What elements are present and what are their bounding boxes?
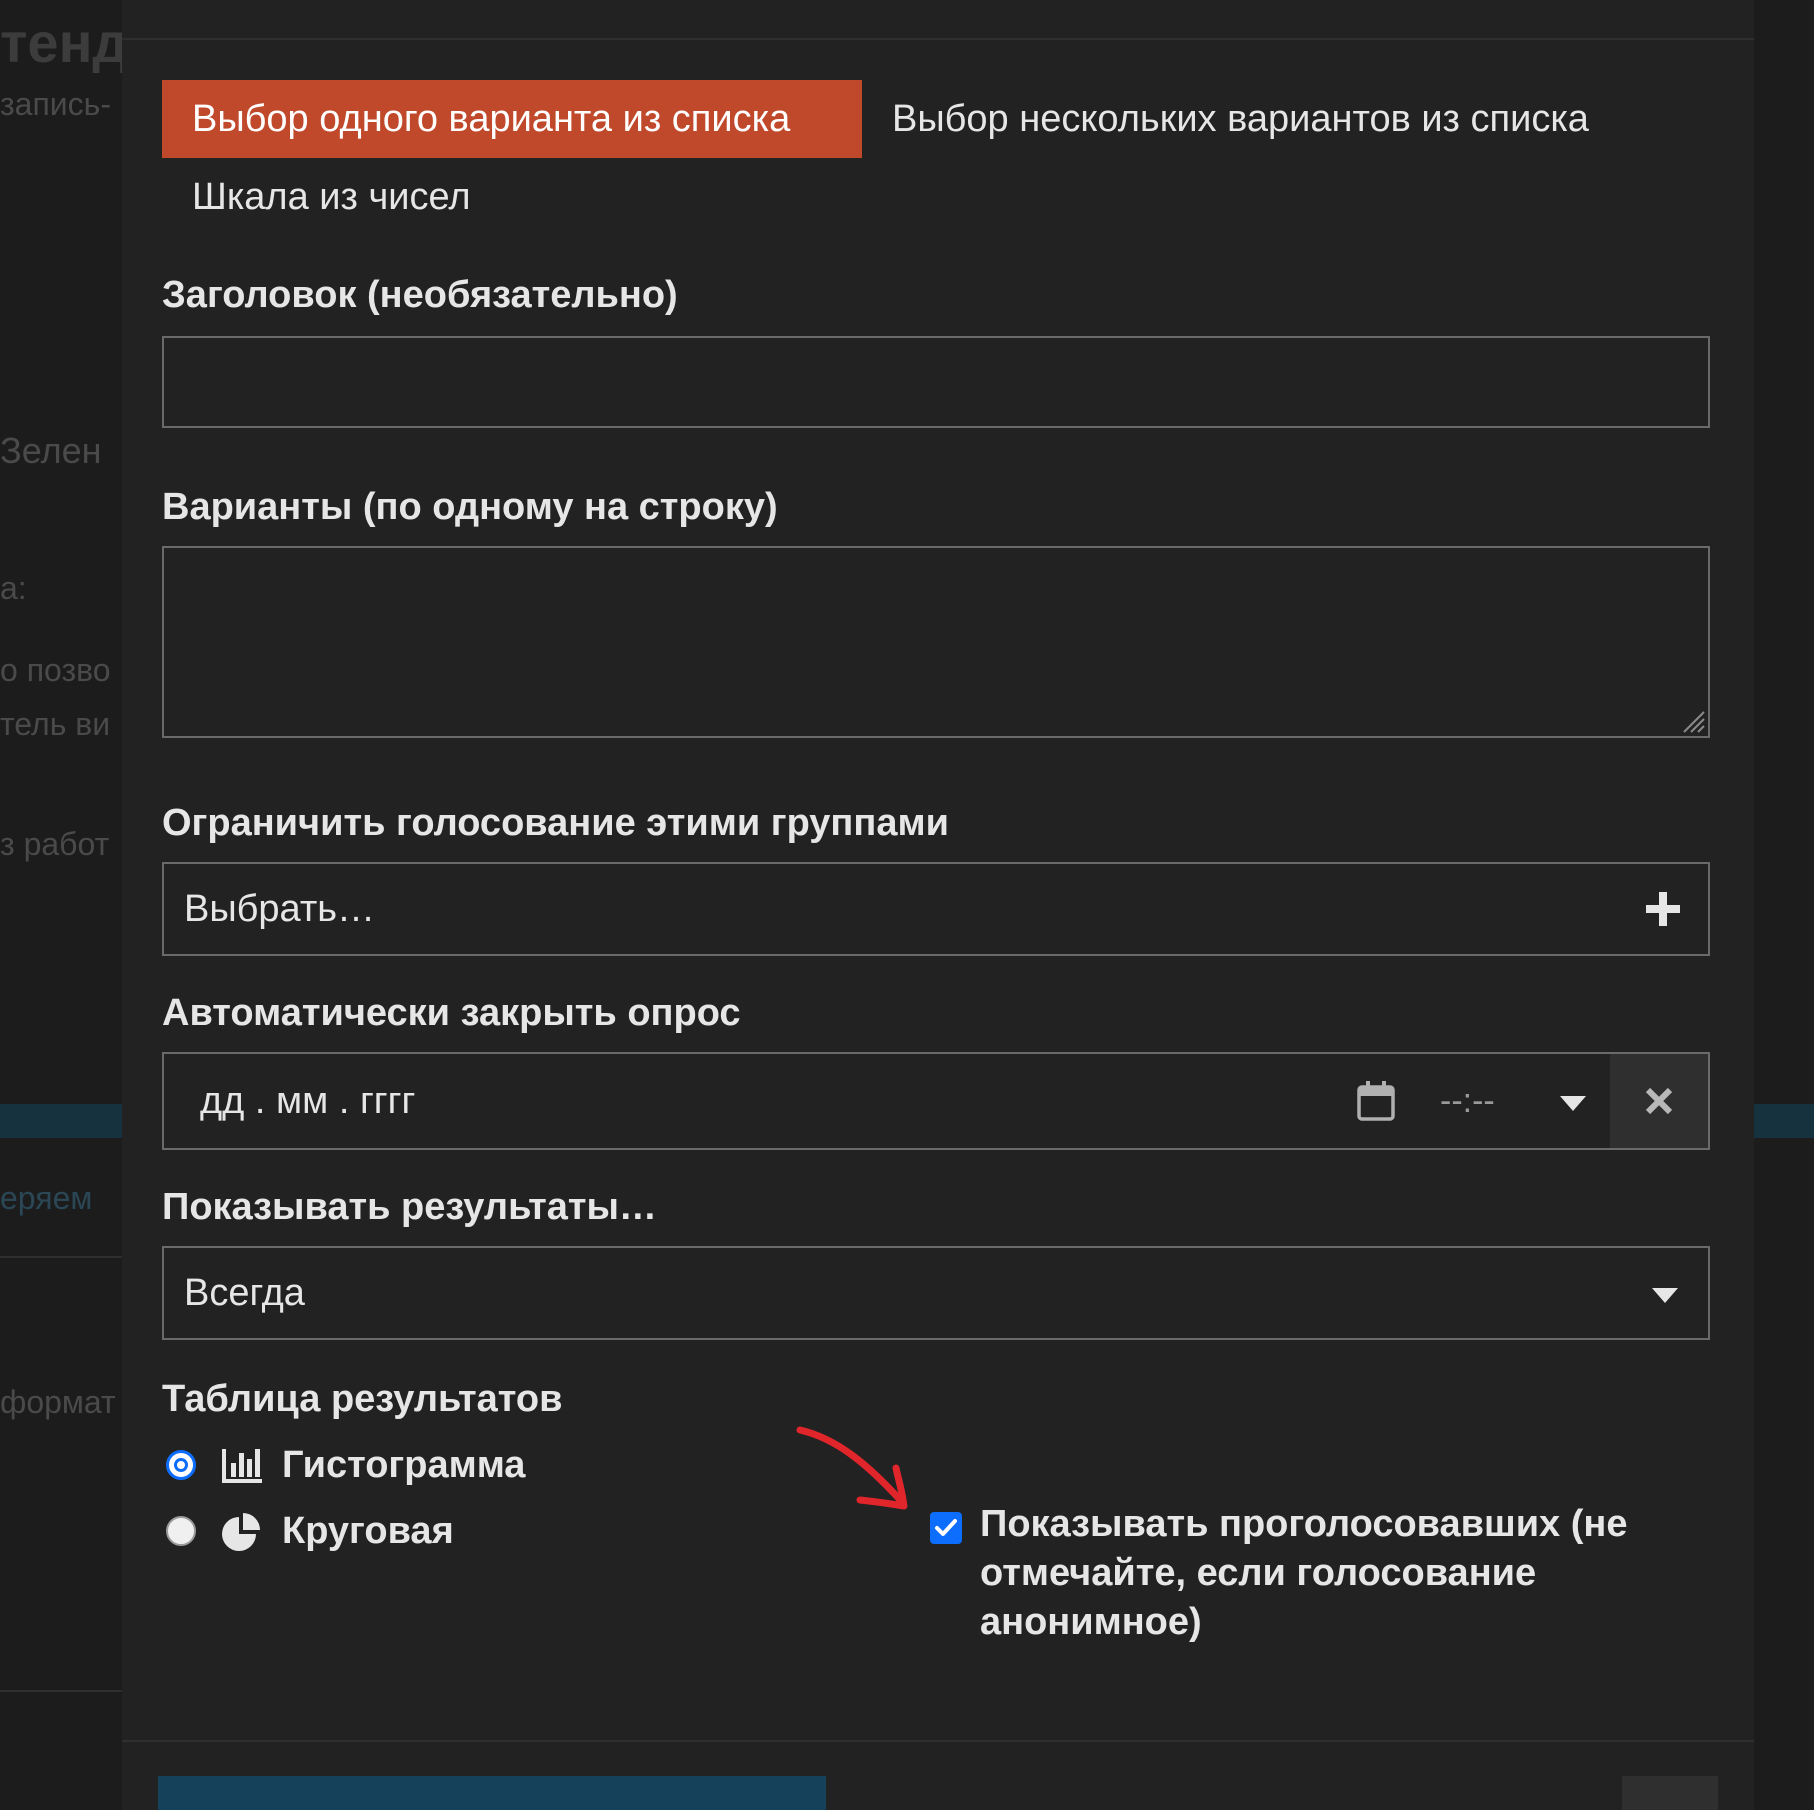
pie-chart-icon xyxy=(222,1513,260,1551)
results-select[interactable]: Всегда xyxy=(162,1246,1710,1340)
chart-type-option-label: Круговая xyxy=(282,1509,454,1552)
insert-poll-button[interactable] xyxy=(158,1776,826,1810)
autoclose-field-label: Автоматически закрыть опрос xyxy=(162,992,741,1034)
autoclose-datetime-field: дд . мм . гггг --:-- xyxy=(162,1052,1710,1150)
tab-label: Выбор нескольких вариантов из списка xyxy=(892,98,1589,140)
background-text: еряем xyxy=(0,1180,93,1216)
close-icon xyxy=(1645,1087,1673,1115)
groups-placeholder: Выбрать… xyxy=(184,887,376,930)
screen: тенд запись- Зелен а: о позво тель ви з … xyxy=(0,0,1814,1810)
chevron-down-icon[interactable] xyxy=(1560,1096,1586,1112)
chart-type-label: Таблица результатов xyxy=(162,1378,563,1420)
background-text: а: xyxy=(0,570,27,606)
background-text: тенд xyxy=(0,11,122,74)
title-input[interactable] xyxy=(164,338,1708,426)
options-textarea[interactable] xyxy=(164,548,1708,736)
resize-grip-icon[interactable] xyxy=(1678,706,1706,734)
background-text: тель ви xyxy=(0,706,111,742)
results-field-label: Показывать результаты… xyxy=(162,1186,657,1228)
show-voters-checkbox[interactable] xyxy=(930,1512,962,1544)
annotation-arrow-icon xyxy=(796,1426,908,1510)
radio-button[interactable] xyxy=(166,1516,196,1546)
chart-type-option-pie[interactable]: Круговая xyxy=(166,1506,454,1556)
title-field-label: Заголовок (необязательно) xyxy=(162,274,678,316)
options-field-label: Варианты (по одному на строку) xyxy=(162,486,778,528)
chevron-down-icon xyxy=(1652,1288,1678,1303)
options-field[interactable] xyxy=(162,546,1710,738)
tab-multiple-choice[interactable]: Выбор нескольких вариантов из списка xyxy=(862,80,1619,158)
tab-label: Выбор одного варианта из списка xyxy=(192,98,791,140)
background-divider xyxy=(0,1256,122,1258)
plus-icon[interactable] xyxy=(1644,890,1682,928)
title-field[interactable] xyxy=(162,336,1710,428)
results-selected-value: Всегда xyxy=(184,1271,305,1314)
groups-field-label: Ограничить голосование этими группами xyxy=(162,802,949,844)
checkmark-icon xyxy=(935,1519,957,1536)
advanced-settings-button[interactable] xyxy=(1622,1776,1718,1810)
background-text: о позво xyxy=(0,652,111,688)
clear-date-button[interactable] xyxy=(1610,1054,1708,1148)
chart-type-option-label: Гистограмма xyxy=(282,1443,526,1486)
tab-label: Шкала из чисел xyxy=(192,176,471,218)
tab-single-choice[interactable]: Выбор одного варианта из списка xyxy=(162,80,862,158)
background-divider xyxy=(0,1690,122,1692)
background-text: Зелен xyxy=(0,430,102,471)
modal-header-divider xyxy=(122,38,1754,40)
chart-type-option-bar[interactable]: Гистограмма xyxy=(166,1440,525,1490)
background-text: запись- xyxy=(0,86,111,122)
calendar-icon[interactable] xyxy=(1356,1080,1396,1122)
show-voters-label[interactable]: Показывать проголосовавших (не отмечайте… xyxy=(980,1500,1700,1647)
poll-builder-modal: Выбор одного варианта из списка Выбор не… xyxy=(122,0,1754,1810)
background-text: з работ xyxy=(0,826,110,862)
date-input[interactable]: дд . мм . гггг xyxy=(200,1054,415,1148)
groups-multiselect[interactable]: Выбрать… xyxy=(162,862,1710,956)
background-text: формат xyxy=(0,1384,116,1420)
tab-number-scale[interactable]: Шкала из чисел xyxy=(162,158,501,236)
bar-chart-icon xyxy=(222,1449,262,1483)
radio-button-selected[interactable] xyxy=(166,1450,196,1480)
modal-footer-divider xyxy=(122,1740,1754,1742)
time-input[interactable]: --:-- xyxy=(1440,1054,1495,1148)
